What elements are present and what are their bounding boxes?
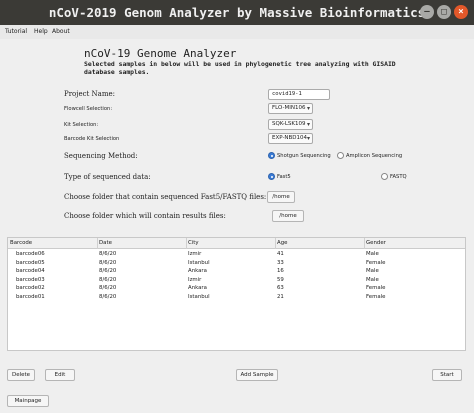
radio-selected-icon [268,152,275,159]
cell-gender: Male [366,268,379,275]
flowcell-label: Flowcell Selection: [64,106,113,112]
app-heading: nCoV-19 Genome Analyzer [84,47,237,60]
cell-barcode: barcode05 [16,259,45,266]
close-button[interactable]: × [454,5,468,19]
cell-gender: Female [366,285,386,292]
cell-age: 59 [277,276,284,283]
output-folder-button[interactable]: /home [272,210,304,222]
cell-gender: Female [366,294,386,300]
cell-city: Izmir [188,251,202,257]
cell-date: 8/6/20 [99,294,117,300]
cell-city: Izmir [188,276,202,283]
column-header-date[interactable]: Date [99,240,112,249]
column-header-barcode[interactable]: Barcode [10,240,32,249]
table-row[interactable]: barcode06 8/6/20 Izmir 41 Male [8,250,465,259]
column-divider [364,238,365,249]
output-folder-label: Choose folder which will contain results… [64,212,226,220]
column-divider [186,238,187,249]
chevron-down-icon: ▾ [306,135,310,142]
menu-tutorial[interactable]: Tutorial [5,28,27,35]
radio-amplicon[interactable]: Amplicon Sequencing [337,152,402,159]
sequencing-method-label: Sequencing Method: [64,152,138,160]
table-row[interactable]: barcode02 8/6/20 Ankara 63 Female [8,284,465,293]
cell-gender: Male [366,276,379,283]
window-title-bar: nCoV-2019 Genom Analyzer by Massive Bioi… [0,0,474,25]
menu-help[interactable]: Help [34,28,48,35]
table-header: Barcode Date City Age Gender [8,238,465,249]
cell-barcode: barcode06 [16,251,45,257]
table-row[interactable]: barcode01 8/6/20 Istanbul 21 Female [8,293,465,302]
radio-selected-icon [268,173,275,180]
cell-age: 16 [277,268,284,275]
minimize-button[interactable]: – [420,5,434,19]
input-folder-button[interactable]: /home [267,191,295,203]
cell-date: 8/6/20 [99,259,117,266]
project-name-input[interactable]: covid19-1 [268,89,330,100]
start-button[interactable]: Start [432,369,462,381]
cell-city: Ankara [188,268,207,275]
cell-barcode: barcode04 [16,268,45,275]
mainpage-button[interactable]: Mainpage [7,395,49,407]
flowcell-value: FLO-MIN106 [272,105,306,111]
cell-age: 63 [277,285,284,292]
radio-amplicon-label: Amplicon Sequencing [346,152,403,159]
cell-date: 8/6/20 [99,268,117,275]
radio-fastq-label: FASTQ [390,173,407,180]
data-type-label: Type of sequenced data: [64,173,151,181]
cell-barcode: barcode01 [16,294,45,300]
samples-table[interactable]: Barcode Date City Age Gender barcode06 8… [7,237,466,351]
kit-label: Kit Selection: [64,122,99,128]
table-row[interactable]: barcode04 8/6/20 Ankara 16 Male [8,267,465,276]
cell-date: 8/6/20 [99,285,117,292]
chevron-down-icon: ▾ [306,105,310,112]
radio-fast5[interactable]: Fast5 [268,173,291,180]
radio-shotgun[interactable]: Shotgun Sequencing [268,152,331,159]
table-row[interactable]: barcode05 8/6/20 Istanbul 33 Female [8,259,465,268]
barcode-kit-value: EXP-NBD104 [272,135,308,141]
window-title: nCoV-2019 Genom Analyzer by Massive Bioi… [48,5,426,20]
cell-city: Istanbul [188,259,210,266]
column-header-age[interactable]: Age [277,240,287,249]
cell-gender: Female [366,259,386,266]
maximize-button[interactable]: □ [437,5,451,19]
delete-button[interactable]: Delete [7,369,35,381]
cell-date: 8/6/20 [99,276,117,283]
flowcell-select[interactable]: FLO-MIN106 ▾ [268,103,313,114]
column-divider [275,238,276,249]
project-name-label: Project Name: [64,90,115,98]
menu-about[interactable]: About [52,28,70,35]
column-header-city[interactable]: City [188,240,199,249]
radio-unselected-icon [381,173,388,180]
radio-fastq[interactable]: FASTQ [381,173,407,180]
cell-age: 21 [277,294,284,300]
input-folder-label: Choose folder that contain sequenced Fas… [64,193,267,201]
radio-unselected-icon [337,152,344,159]
menu-bar: Tutorial Help About [0,25,474,39]
cell-age: 33 [277,259,284,266]
radio-shotgun-label: Shotgun Sequencing [277,152,331,159]
cell-city: Istanbul [188,294,210,300]
kit-value: SQK-LSK109 [272,121,306,127]
cell-barcode: barcode02 [16,285,45,292]
edit-button[interactable]: Edit [45,369,75,381]
barcode-kit-label: Barcode Kit Selection [64,136,120,142]
table-row[interactable]: barcode03 8/6/20 Izmir 59 Male [8,276,465,285]
cell-gender: Male [366,251,379,257]
cell-barcode: barcode03 [16,276,45,283]
barcode-kit-select[interactable]: EXP-NBD104 ▾ [268,133,313,144]
cell-date: 8/6/20 [99,251,117,257]
add-sample-button[interactable]: Add Sample [236,369,278,381]
cell-city: Ankara [188,285,207,292]
app-description: Selected samples in below will be used i… [84,60,396,76]
radio-fast5-label: Fast5 [277,173,291,180]
kit-select[interactable]: SQK-LSK109 ▾ [268,119,313,130]
column-header-gender[interactable]: Gender [366,240,386,249]
column-divider [97,238,98,249]
chevron-down-icon: ▾ [306,121,310,128]
cell-age: 41 [277,251,284,257]
